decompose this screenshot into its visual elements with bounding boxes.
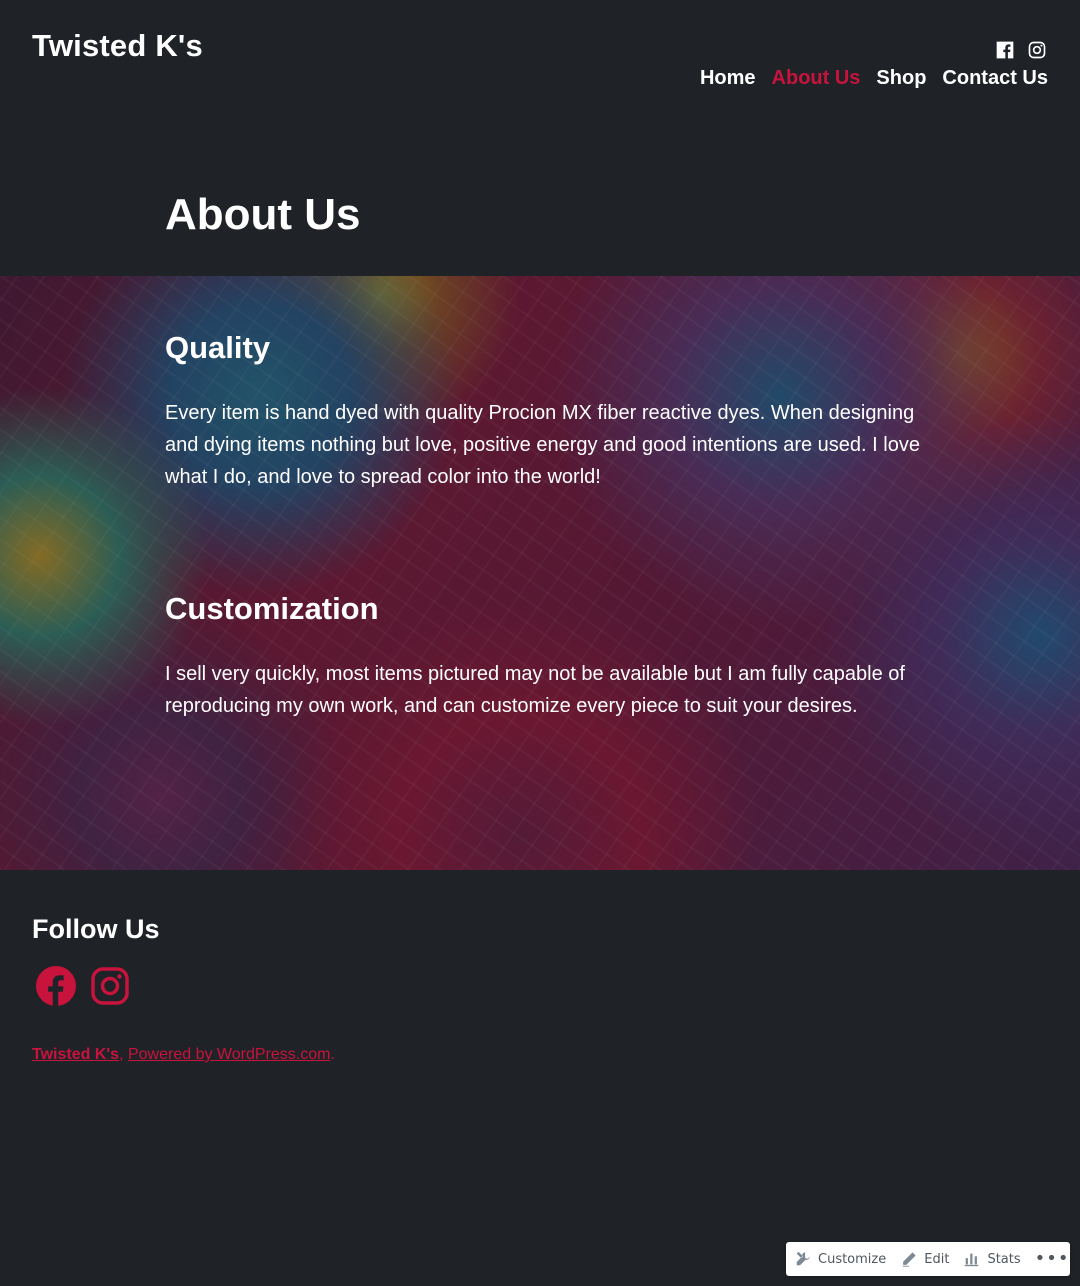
facebook-icon <box>36 966 76 1006</box>
site-credits: Twisted K's, Powered by WordPress.com. <box>32 1046 335 1064</box>
customize-button[interactable]: Customize <box>794 1250 886 1268</box>
site-header: Twisted K's Home About Us Shop Contact U… <box>0 0 1080 150</box>
facebook-icon <box>996 41 1014 59</box>
nav-item-contact-us[interactable]: Contact Us <box>942 67 1048 90</box>
main-nav: Home About Us Shop Contact Us <box>700 67 1048 90</box>
customize-label: Customize <box>818 1251 887 1267</box>
section-heading-customization: Customization <box>165 591 379 626</box>
nav-item-about-us[interactable]: About Us <box>772 67 861 90</box>
about-cover-block: Quality Every item is hand dyed with qua… <box>0 276 1080 870</box>
header-facebook-link[interactable] <box>995 40 1015 65</box>
credit-site-link[interactable]: Twisted K's <box>32 1046 119 1063</box>
admin-action-bar: Customize Edit Stats ••• <box>786 1242 1070 1276</box>
footer-social-links <box>36 966 130 1011</box>
stats-button[interactable]: Stats <box>963 1250 1021 1268</box>
section-heading-quality: Quality <box>165 330 271 365</box>
footer-instagram-link[interactable] <box>90 966 130 1011</box>
pencil-icon <box>902 1252 916 1267</box>
instagram-icon <box>1028 41 1046 59</box>
section-text-quality: Every item is hand dyed with quality Pro… <box>165 402 920 488</box>
nav-item-home[interactable]: Home <box>700 67 756 90</box>
tools-icon <box>796 1251 810 1266</box>
credit-end: . <box>330 1046 335 1063</box>
edit-label: Edit <box>924 1251 950 1267</box>
credit-powered-link[interactable]: Powered by WordPress.com <box>128 1046 330 1063</box>
header-social-links <box>995 40 1047 65</box>
section-text-customization: I sell very quickly, most items pictured… <box>165 663 905 717</box>
footer-facebook-link[interactable] <box>36 966 76 1011</box>
stats-label: Stats <box>987 1251 1021 1267</box>
more-options-icon[interactable]: ••• <box>1035 1250 1070 1268</box>
credit-separator: , <box>119 1046 128 1063</box>
nav-item-shop[interactable]: Shop <box>876 67 926 90</box>
header-instagram-link[interactable] <box>1027 40 1047 65</box>
bar-chart-icon <box>965 1253 979 1267</box>
page-title: About Us <box>165 190 361 239</box>
follow-us-title: Follow Us <box>32 914 160 944</box>
instagram-icon <box>91 967 129 1005</box>
edit-button[interactable]: Edit <box>900 1250 949 1268</box>
site-title[interactable]: Twisted K's <box>32 28 203 64</box>
cover-overlay <box>0 276 1080 870</box>
